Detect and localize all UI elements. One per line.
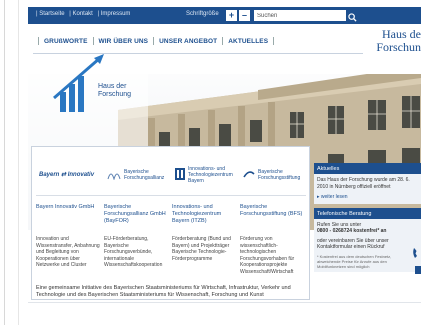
partner-column: Bayerische Forschungsallianz GmbH (BayFO…: [104, 204, 172, 275]
partner-name-link[interactable]: Innovations- und Technologiezentrum Baye…: [172, 204, 236, 234]
telephone-icon: [412, 246, 421, 258]
utility-links: | Startseite | Kontakt | Impressum: [36, 11, 133, 17]
contact-callback-text[interactable]: oder vereinbaren Sie über unser Kontaktf…: [317, 238, 409, 251]
nav-item-grussworte[interactable]: GRUßWORTE: [44, 38, 88, 45]
contact-heading: Telefonische Beratung: [314, 207, 421, 219]
logo-wordmark: Haus der Forschung: [98, 83, 143, 99]
page-frame-line: [18, 0, 19, 325]
partner-name-link[interactable]: Bayerische Forschungsstiftung (BFS): [240, 204, 304, 234]
nav-separator: [153, 37, 155, 45]
itzb-logo-icon: [175, 168, 185, 182]
partner-logo-bayfor[interactable]: Bayerische Forschungsallianz: [104, 161, 172, 189]
search-button[interactable]: [348, 9, 358, 22]
partner-description: Förderberatung (Bund und Bayern) und Pro…: [172, 236, 231, 262]
logo-wordmark-line: Haus der: [98, 83, 127, 90]
partner-column: Innovations- und Technologiezentrum Baye…: [172, 204, 240, 275]
page-bottom-divider: [28, 302, 421, 303]
partner-logo-bayern-innovativ[interactable]: Bayern ⇄ Innovativ: [36, 161, 104, 189]
contact-phone-number: 0800 - 0268724 kostenfrei* an: [317, 228, 387, 234]
page-frame-line: [4, 0, 5, 325]
search-icon: [348, 13, 357, 22]
partner-description: EU-Förderberatung, Bayerische Forschungs…: [104, 236, 163, 268]
partner-name-link[interactable]: Bayern Innovativ GmbH: [36, 204, 100, 234]
nav-item-unser-angebot[interactable]: UNSER ANGEBOT: [159, 38, 217, 45]
nav-separator: [273, 37, 275, 45]
partner-description: Förderung von wissenschaftlich-technolog…: [240, 236, 295, 275]
contact-form-button[interactable]: [415, 266, 421, 274]
partner-column: Bayerische Forschungsstiftung (BFS) Förd…: [240, 204, 308, 275]
partner-logo-text: Bayern ⇄ Innovativ: [39, 172, 95, 178]
read-more-link[interactable]: ▸ weiter lesen: [317, 194, 418, 201]
partner-logo-itzb[interactable]: Innovations- und Technologiezentrum Baye…: [172, 161, 240, 189]
search-input[interactable]: [254, 10, 346, 21]
partner-columns: Bayern Innovativ GmbH Innovation und Wis…: [36, 204, 308, 275]
site-title: Haus de Forschun: [331, 28, 421, 54]
nav-item-aktuelles[interactable]: AKTUELLES: [228, 38, 268, 45]
nav-separator: [38, 37, 39, 45]
contact-cost-note: * Kostenfrei aus dem deutschen Festnetz,…: [317, 253, 392, 269]
link-startseite[interactable]: | Startseite: [36, 11, 65, 17]
forschungsstiftung-logo-icon: [243, 169, 255, 181]
news-heading: Aktuelles: [314, 163, 421, 174]
partner-panel: Bayern ⇄ Innovativ Bayerische Forschungs…: [31, 146, 310, 300]
news-box: Das Haus der Forschung wurde am 28. 6. 2…: [314, 174, 421, 204]
contact-box: Rufen Sie uns unter 0800 - 0268724 koste…: [314, 218, 421, 272]
partner-logo-text: Innovations- und Technologiezentrum Baye…: [188, 166, 233, 184]
partner-logos-row: Bayern ⇄ Innovativ Bayerische Forschungs…: [36, 161, 308, 189]
nav-separator: [92, 37, 94, 45]
top-utility-bar: | Startseite | Kontakt | Impressum Schri…: [28, 7, 421, 24]
partner-column: Bayern Innovativ GmbH Innovation und Wis…: [36, 204, 104, 275]
font-size-increase-button[interactable]: +: [226, 10, 237, 21]
panel-divider: [36, 195, 306, 196]
logo-wordmark-line: Forschung: [98, 91, 132, 98]
initiative-footer-text: Eine gemeinsame Initiative des Bayerisch…: [36, 285, 291, 298]
news-text: Das Haus der Forschung wurde am 28. 6. 2…: [317, 177, 410, 190]
partner-name-link[interactable]: Bayerische Forschungsallianz GmbH (BayFO…: [104, 204, 168, 234]
bayfor-logo-icon: [107, 168, 121, 182]
main-navigation: GRUßWORTE WIR ÜBER UNS UNSER ANGEBOT AKT…: [33, 36, 279, 46]
right-sidebar: Aktuelles Das Haus der Forschung wurde a…: [314, 163, 421, 274]
nav-item-wir-ueber-uns[interactable]: WIR ÜBER UNS: [99, 38, 149, 45]
partner-logo-text: Bayerische Forschungsstiftung: [258, 169, 301, 181]
font-size-decrease-button[interactable]: –: [239, 10, 250, 21]
font-size-label: Schriftgröße: [186, 11, 219, 17]
nav-separator: [222, 37, 224, 45]
link-impressum[interactable]: | Impressum: [98, 11, 131, 17]
link-kontakt[interactable]: | Kontakt: [69, 11, 93, 17]
partner-logo-forschungsstiftung[interactable]: Bayerische Forschungsstiftung: [240, 161, 308, 189]
partner-logo-text: Bayerische Forschungsallianz: [124, 169, 165, 181]
partner-description: Innovation und Wissenstransfer, Anbahnun…: [36, 236, 100, 268]
